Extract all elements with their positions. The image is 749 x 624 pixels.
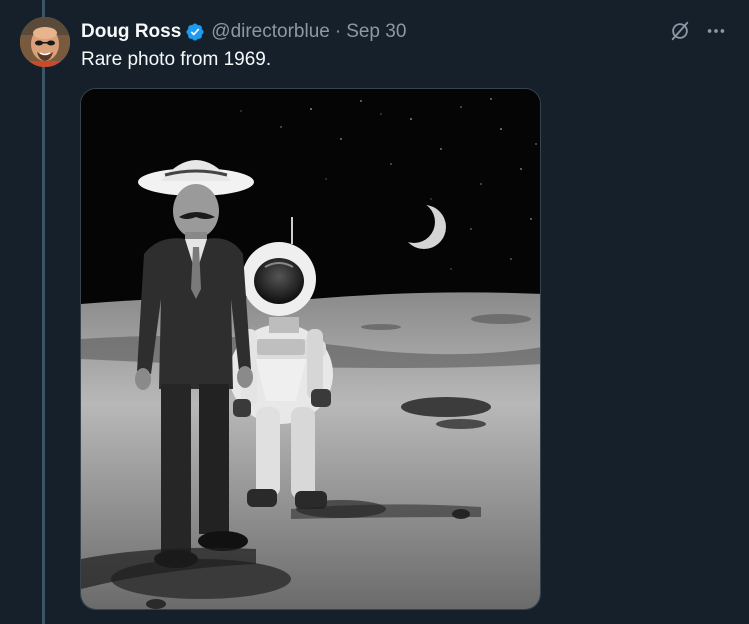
tweet-timestamp[interactable]: Sep 30 [346, 21, 406, 43]
verified-badge-icon[interactable] [185, 22, 205, 42]
avatar[interactable] [20, 17, 70, 67]
tweet-actions [669, 20, 727, 42]
tweet-container[interactable]: Doug Ross @directorblue · Sep 30 Rare ph [0, 0, 749, 624]
moon-landing-image [81, 89, 540, 609]
separator-dot: · [334, 21, 342, 42]
grok-icon[interactable] [669, 20, 691, 42]
tweet-text: Rare photo from 1969. [81, 49, 272, 70]
more-options-icon[interactable] [705, 20, 727, 42]
author-name[interactable]: Doug Ross [81, 21, 181, 43]
avatar-image [20, 17, 70, 67]
thread-line [42, 0, 45, 624]
tweet-photo[interactable] [80, 88, 541, 610]
tweet-header: Doug Ross @directorblue · Sep 30 [81, 20, 406, 44]
author-handle[interactable]: @directorblue [211, 21, 330, 43]
